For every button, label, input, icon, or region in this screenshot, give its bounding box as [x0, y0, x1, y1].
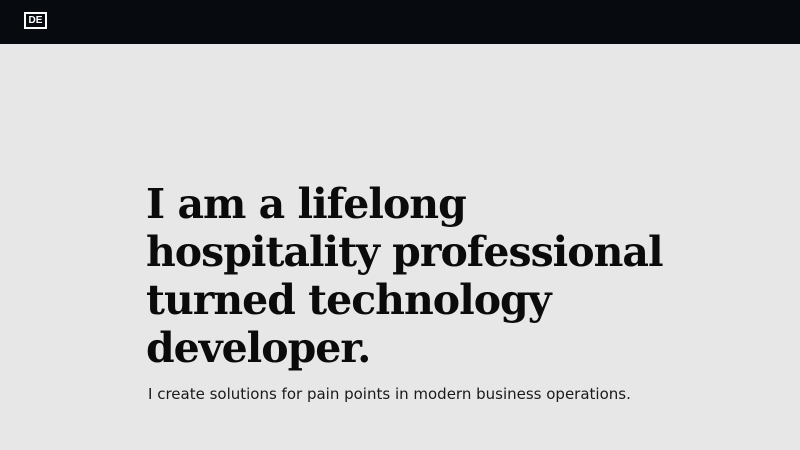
headline-line: developer. — [146, 324, 371, 372]
hero-headline: I am a lifelong hospitality professional… — [146, 180, 766, 372]
hero-section: I am a lifelong hospitality professional… — [146, 180, 766, 404]
headline-line: hospitality professional — [146, 228, 664, 276]
headline-line: turned technology — [146, 276, 552, 324]
hero-subheading: I create solutions for pain points in mo… — [148, 385, 631, 403]
headline-line: I am a lifelong — [146, 180, 467, 228]
site-logo[interactable]: DE — [24, 12, 47, 29]
top-nav-bar: DE — [0, 0, 800, 44]
